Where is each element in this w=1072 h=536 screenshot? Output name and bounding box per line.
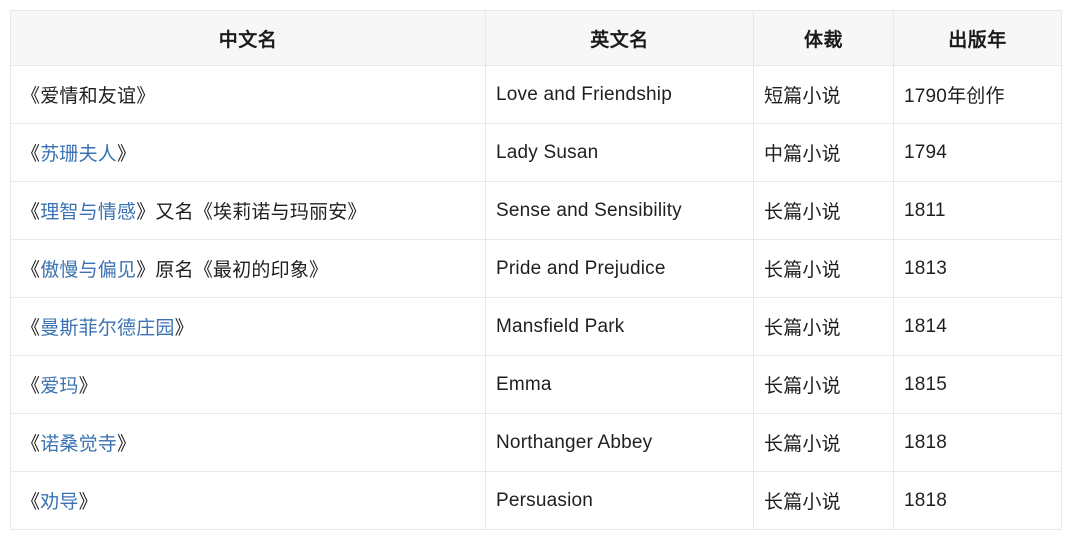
title-open-bracket: 《 xyxy=(21,260,41,281)
cell-english-title: Sense and Sensibility xyxy=(485,181,754,240)
table-row: 《苏珊夫人》 Lady Susan 中篇小说 1794 xyxy=(10,123,1062,182)
chinese-title-alternate-name: 又名《埃莉诺与玛丽安》 xyxy=(155,202,367,223)
table-row: 《爱情和友谊》 Love and Friendship 短篇小说 1790年创作 xyxy=(10,65,1062,124)
chinese-title-link[interactable]: 曼斯菲尔德庄园 xyxy=(40,318,174,339)
title-close-bracket: 》 xyxy=(136,86,156,107)
chinese-title-link[interactable]: 诺桑觉寺 xyxy=(40,434,117,455)
table-row: 《诺桑觉寺》 Northanger Abbey 长篇小说 1818 xyxy=(10,413,1062,472)
cell-chinese-title: 《苏珊夫人》 xyxy=(10,123,486,182)
cell-genre: 短篇小说 xyxy=(753,65,894,124)
title-open-bracket: 《 xyxy=(21,144,41,165)
title-open-bracket: 《 xyxy=(21,434,41,455)
title-close-bracket: 》 xyxy=(117,144,137,165)
cell-chinese-title: 《诺桑觉寺》 xyxy=(10,413,486,472)
cell-chinese-title: 《劝导》 xyxy=(10,471,486,530)
cell-publication-year: 1818 xyxy=(893,413,1062,472)
cell-chinese-title: 《爱玛》 xyxy=(10,355,486,414)
title-open-bracket: 《 xyxy=(21,492,41,513)
cell-chinese-title: 《爱情和友谊》 xyxy=(10,65,486,124)
table-row: 《傲慢与偏见》原名《最初的印象》 Pride and Prejudice 长篇小说 1… xyxy=(10,239,1062,298)
title-close-bracket: 》 xyxy=(136,202,156,223)
cell-genre: 长篇小说 xyxy=(753,297,894,356)
table-body: 《爱情和友谊》 Love and Friendship 短篇小说 1790年创作 《苏珊… xyxy=(10,65,1062,530)
cell-genre: 长篇小说 xyxy=(753,471,894,530)
title-open-bracket: 《 xyxy=(21,86,41,107)
cell-chinese-title: 《傲慢与偏见》原名《最初的印象》 xyxy=(10,239,486,298)
cell-publication-year: 1813 xyxy=(893,239,1062,298)
chinese-title-alternate-name: 原名《最初的印象》 xyxy=(155,260,329,281)
chinese-title-link[interactable]: 劝导 xyxy=(40,492,78,513)
title-open-bracket: 《 xyxy=(21,376,41,397)
chinese-title-link[interactable]: 傲慢与偏见 xyxy=(40,260,136,281)
chinese-title-link[interactable]: 爱玛 xyxy=(40,376,78,397)
column-header-publication-year: 出版年 xyxy=(893,10,1062,66)
cell-genre: 长篇小说 xyxy=(753,181,894,240)
title-close-bracket: 》 xyxy=(136,260,156,281)
header-row: 中文名 英文名 体裁 出版年 xyxy=(10,10,1062,66)
cell-english-title: Love and Friendship xyxy=(485,65,754,124)
cell-publication-year: 1811 xyxy=(893,181,1062,240)
cell-publication-year: 1794 xyxy=(893,123,1062,182)
works-table: 中文名 英文名 体裁 出版年 《爱情和友谊》 Love and Friendshi… xyxy=(10,10,1062,530)
title-open-bracket: 《 xyxy=(21,318,41,339)
chinese-title-text: 爱情和友谊 xyxy=(40,86,137,107)
column-header-chinese-title: 中文名 xyxy=(10,10,486,66)
title-close-bracket: 》 xyxy=(78,376,98,397)
cell-publication-year: 1814 xyxy=(893,297,1062,356)
cell-publication-year: 1818 xyxy=(893,471,1062,530)
table-row: 《爱玛》 Emma 长篇小说 1815 xyxy=(10,355,1062,414)
chinese-title-link[interactable]: 理智与情感 xyxy=(40,202,136,223)
cell-english-title: Mansfield Park xyxy=(485,297,754,356)
title-close-bracket: 》 xyxy=(117,434,137,455)
cell-genre: 中篇小说 xyxy=(753,123,894,182)
column-header-genre: 体裁 xyxy=(753,10,894,66)
chinese-title-link[interactable]: 苏珊夫人 xyxy=(40,144,117,165)
cell-genre: 长篇小说 xyxy=(753,355,894,414)
cell-english-title: Emma xyxy=(485,355,754,414)
table-row: 《理智与情感》又名《埃莉诺与玛丽安》 Sense and Sensibility 长… xyxy=(10,181,1062,240)
column-header-english-title: 英文名 xyxy=(485,10,754,66)
cell-chinese-title: 《曼斯菲尔德庄园》 xyxy=(10,297,486,356)
cell-english-title: Lady Susan xyxy=(485,123,754,182)
page-container: 中文名 英文名 体裁 出版年 《爱情和友谊》 Love and Friendshi… xyxy=(0,0,1072,536)
cell-publication-year: 1815 xyxy=(893,355,1062,414)
title-open-bracket: 《 xyxy=(21,202,41,223)
cell-english-title: Northanger Abbey xyxy=(485,413,754,472)
cell-english-title: Persuasion xyxy=(485,471,754,530)
cell-english-title: Pride and Prejudice xyxy=(485,239,754,298)
table-header: 中文名 英文名 体裁 出版年 xyxy=(10,10,1062,66)
table-row: 《曼斯菲尔德庄园》 Mansfield Park 长篇小说 1814 xyxy=(10,297,1062,356)
cell-genre: 长篇小说 xyxy=(753,413,894,472)
title-close-bracket: 》 xyxy=(174,318,194,339)
title-close-bracket: 》 xyxy=(78,492,98,513)
cell-chinese-title: 《理智与情感》又名《埃莉诺与玛丽安》 xyxy=(10,181,486,240)
cell-genre: 长篇小说 xyxy=(753,239,894,298)
table-row: 《劝导》 Persuasion 长篇小说 1818 xyxy=(10,471,1062,530)
cell-publication-year: 1790年创作 xyxy=(893,65,1062,124)
